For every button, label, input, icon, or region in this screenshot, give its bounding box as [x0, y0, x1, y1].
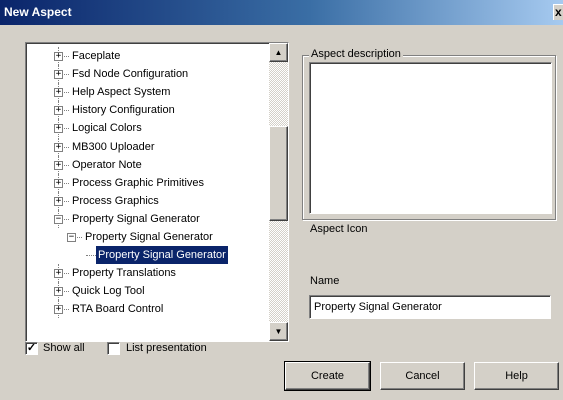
tree-item[interactable]: + Help Aspect System	[26, 83, 266, 102]
tree-item-label[interactable]: Help Aspect System	[70, 83, 172, 101]
tree-item-label[interactable]: Property Signal Generator	[83, 228, 215, 246]
title-bar: New Aspect x	[0, 0, 563, 25]
tree-connector	[64, 182, 69, 184]
expand-icon[interactable]: +	[54, 124, 63, 134]
collapse-icon[interactable]: −	[54, 214, 63, 224]
name-field[interactable]: Property Signal Generator	[309, 295, 551, 319]
aspect-icon-label: Aspect Icon	[310, 223, 368, 235]
help-button[interactable]: Help	[474, 362, 559, 390]
expand-icon[interactable]: +	[54, 178, 63, 188]
show-all-checkbox[interactable]: ✓	[25, 342, 38, 355]
tree-item[interactable]: + Logical Colors	[26, 119, 266, 138]
name-value: Property Signal Generator	[314, 301, 442, 313]
tree-connector	[64, 56, 69, 57]
tree-item-label[interactable]: MB300 Uploader	[70, 138, 157, 156]
expand-icon[interactable]: +	[54, 106, 63, 116]
tree-item-label[interactable]: Quick Log Tool	[70, 282, 147, 300]
tree-item[interactable]: + Property Translations	[26, 264, 266, 283]
tree-item-label[interactable]: Faceplate	[70, 47, 122, 65]
tree-item-label[interactable]: Property Translations	[70, 264, 178, 282]
tree-item[interactable]: + History Configuration	[26, 101, 266, 120]
show-all-label[interactable]: Show all	[43, 341, 85, 355]
tree-item[interactable]: + Fsd Node Configuration	[26, 65, 266, 84]
tree-connector	[64, 74, 69, 76]
scroll-thumb[interactable]	[269, 126, 288, 221]
list-presentation-label[interactable]: List presentation	[126, 341, 207, 355]
expand-icon[interactable]: +	[54, 52, 63, 61]
tree-connector	[64, 110, 69, 112]
expand-icon[interactable]: +	[54, 70, 63, 80]
tree-item[interactable]: Property Signal Generator	[26, 245, 266, 266]
close-icon[interactable]: x	[553, 4, 563, 20]
tree-scrollbar[interactable]: ▲ ▼	[269, 43, 288, 341]
expand-icon[interactable]: +	[54, 287, 63, 297]
tree-item[interactable]: + MB300 Uploader	[26, 137, 266, 156]
list-presentation-checkbox[interactable]	[107, 342, 120, 355]
tree-item-label[interactable]: Process Graphics	[70, 192, 161, 210]
tree-connector	[77, 237, 82, 238]
scroll-up-icon[interactable]: ▲	[269, 43, 288, 62]
expand-icon[interactable]: +	[54, 305, 63, 315]
aspect-description-field[interactable]	[309, 62, 552, 214]
tree-connector	[64, 92, 69, 94]
cancel-button[interactable]: Cancel	[380, 362, 465, 390]
tree-connector	[64, 146, 69, 148]
expand-icon[interactable]: +	[54, 142, 63, 152]
tree-item[interactable]: + RTA Board Control	[26, 300, 266, 319]
tree-item-label[interactable]: History Configuration	[70, 101, 177, 119]
collapse-icon[interactable]: −	[67, 233, 76, 242]
scroll-down-icon[interactable]: ▼	[269, 322, 288, 341]
expand-icon[interactable]: +	[54, 88, 63, 98]
tree-item[interactable]: + Operator Note	[26, 155, 266, 174]
tree-item-label[interactable]: RTA Board Control	[70, 300, 165, 318]
aspect-description-legend: Aspect description	[309, 47, 403, 61]
tree-items: + Faceplate + Fsd Node Configuration + Help A…	[26, 43, 266, 341]
tree-item[interactable]: + Process Graphic Primitives	[26, 173, 266, 192]
tree-connector	[64, 309, 69, 311]
tree-connector	[64, 200, 69, 202]
window-title: New Aspect	[4, 5, 72, 19]
tree-item-label[interactable]: Property Signal Generator	[70, 210, 202, 228]
tree-item[interactable]: + Process Graphics	[26, 191, 266, 210]
expand-icon[interactable]: +	[54, 269, 63, 279]
create-button[interactable]: Create	[284, 361, 371, 391]
tree-connector	[64, 273, 69, 275]
tree-item[interactable]: − Property Signal Generator	[26, 228, 266, 246]
tree-item[interactable]: − Property Signal Generator	[26, 209, 266, 228]
tree-item[interactable]: + Quick Log Tool	[26, 282, 266, 301]
expand-icon[interactable]: +	[54, 160, 63, 170]
tree-item-label[interactable]: Logical Colors	[70, 119, 144, 137]
tree-connector	[64, 291, 69, 293]
tree-connector	[64, 218, 69, 220]
tree-item-label[interactable]: Operator Note	[70, 156, 144, 174]
aspect-tree[interactable]: + Faceplate + Fsd Node Configuration + Help A…	[25, 42, 289, 342]
name-label: Name	[310, 275, 340, 287]
tree-item[interactable]: + Faceplate	[26, 47, 266, 65]
tree-item-label[interactable]: Process Graphic Primitives	[70, 174, 206, 192]
expand-icon[interactable]: +	[54, 196, 63, 206]
tree-connector	[64, 164, 69, 166]
tree-item-label[interactable]: Fsd Node Configuration	[70, 65, 190, 83]
tree-connector	[64, 128, 69, 130]
tree-item-label-selected[interactable]: Property Signal Generator	[95, 245, 229, 266]
